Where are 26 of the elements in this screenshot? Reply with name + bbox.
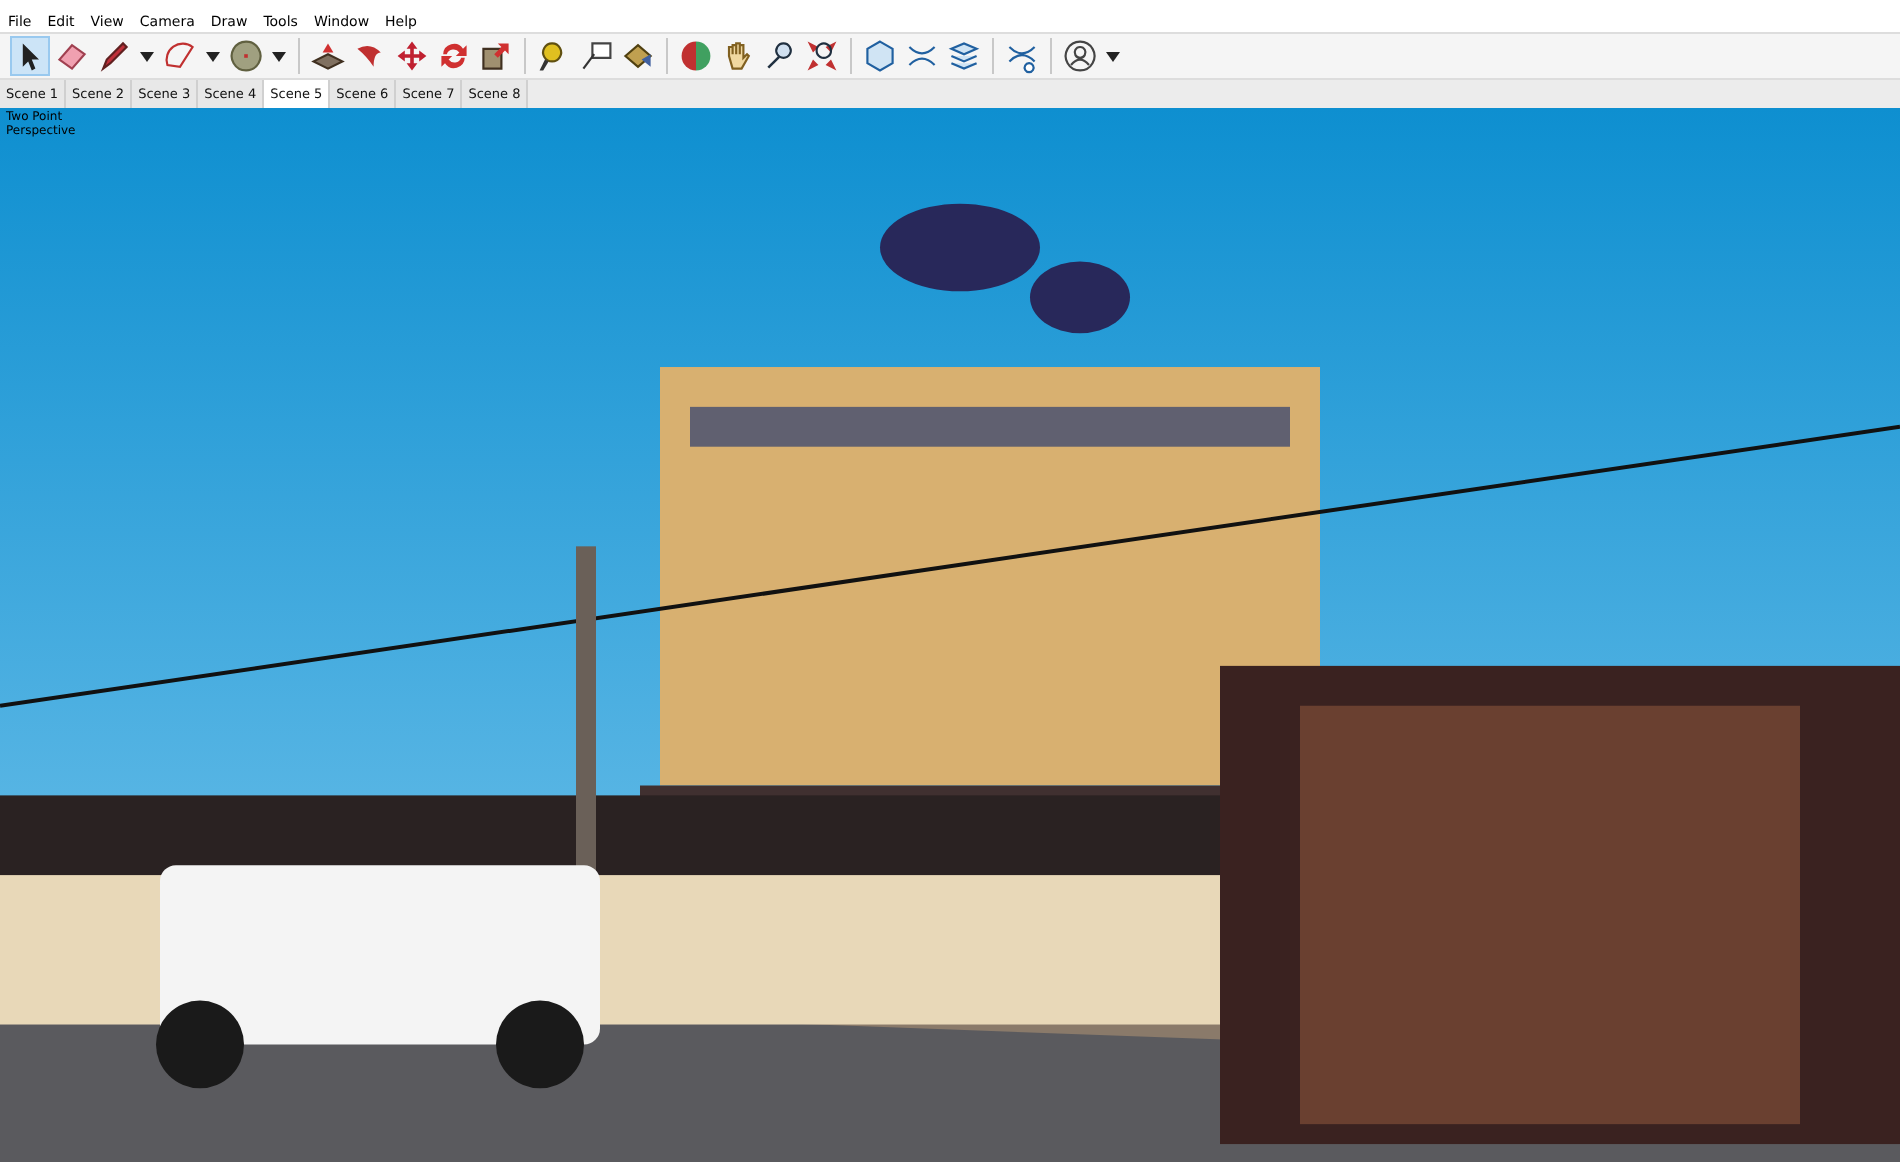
caret-icon[interactable]	[140, 51, 154, 61]
disc-icon	[228, 38, 264, 74]
tool-button[interactable]	[10, 36, 50, 76]
box-arrow-icon	[310, 38, 346, 74]
tool-button[interactable]	[676, 36, 716, 76]
caret-icon[interactable]	[272, 51, 286, 61]
stack-icon	[946, 38, 982, 74]
pencil-icon	[96, 38, 132, 74]
bucket-icon	[620, 38, 656, 74]
tool-button[interactable]	[802, 36, 842, 76]
tool-button[interactable]	[944, 36, 984, 76]
arc-icon	[162, 38, 198, 74]
eraser-icon	[54, 38, 90, 74]
rotate-icon	[436, 38, 472, 74]
user-icon	[1062, 38, 1098, 74]
scale-icon	[478, 38, 514, 74]
move-icon	[394, 38, 430, 74]
caret-icon[interactable]	[1106, 51, 1120, 61]
caret-icon[interactable]	[206, 51, 220, 61]
tool-button[interactable]	[226, 36, 266, 76]
text-label-icon	[578, 38, 614, 74]
zoom-extents-icon	[804, 38, 840, 74]
tool-button[interactable]	[1060, 36, 1100, 76]
orbit-icon	[678, 38, 714, 74]
magnifier-icon	[762, 38, 798, 74]
tool-button[interactable]	[392, 36, 432, 76]
